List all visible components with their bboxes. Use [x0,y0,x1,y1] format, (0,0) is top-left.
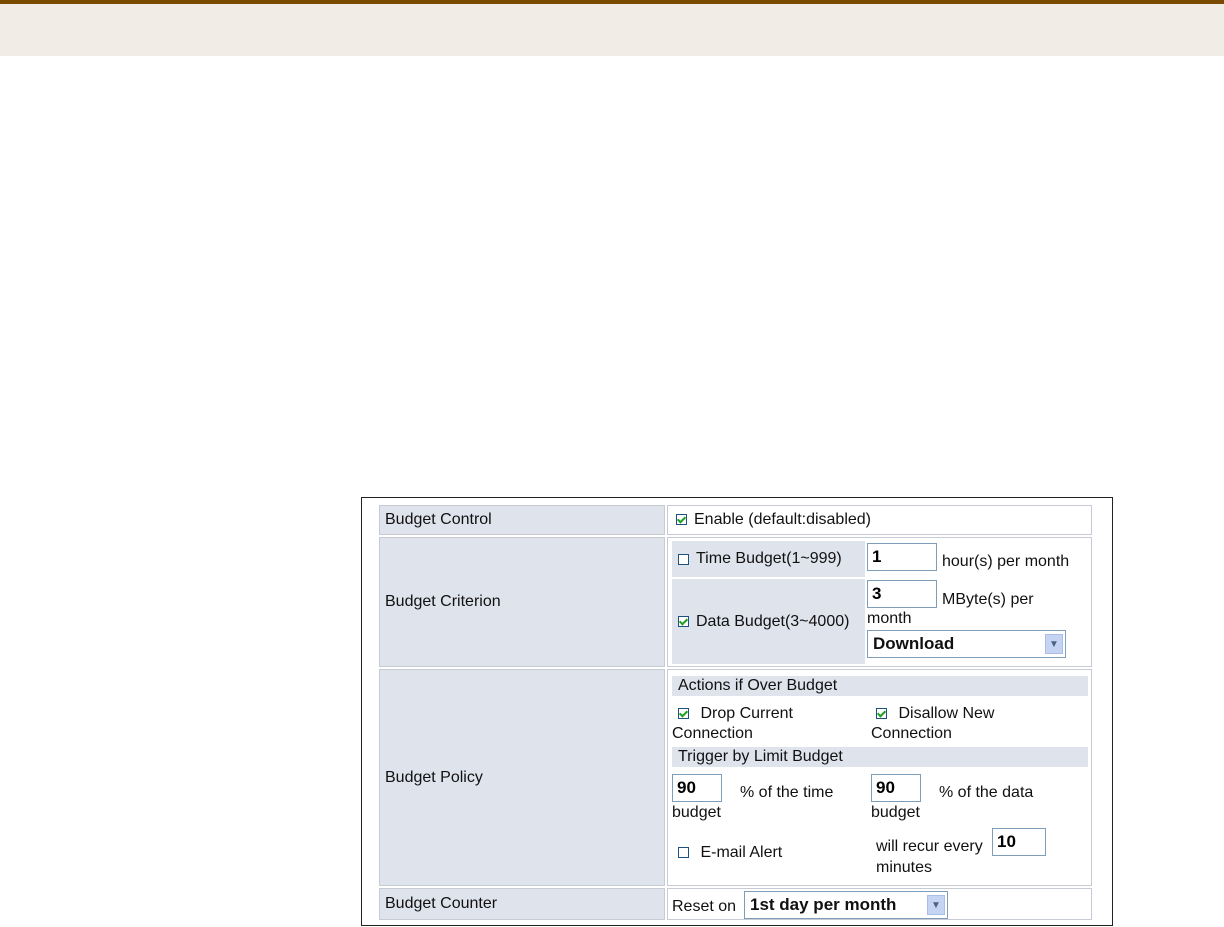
recur-interval-input[interactable] [992,828,1046,856]
data-budget-unit-line2: month [867,610,912,627]
data-budget-checkbox[interactable] [678,616,689,627]
budget-control-value: Enable (default:disabled) [667,505,1092,535]
time-budget-checkbox[interactable] [678,553,689,565]
reset-on-label: Reset on [672,898,737,915]
chevron-down-icon[interactable]: ▼ [1045,634,1063,654]
data-budget-unit-line1: MByte(s) per [942,591,1034,608]
data-percent-input[interactable] [871,774,921,802]
recur-label-line1: will recur every [876,838,983,855]
drop-connection-option[interactable]: Drop Current [678,704,793,724]
email-alert-option[interactable]: E-mail Alert [678,843,782,863]
disallow-connection-line2: Connection [871,725,952,742]
traffic-direction-select[interactable]: Download ▼ [867,630,1066,658]
time-percent-line1: % of the time [740,784,834,801]
time-budget-unit: hour(s) per month [942,553,1070,570]
data-budget-input[interactable] [867,580,937,608]
enable-checkbox[interactable] [676,514,687,526]
time-budget-option[interactable]: Time Budget(1~999) [672,541,865,577]
data-percent-line1: % of the data [939,784,1034,801]
disallow-connection-checkbox[interactable] [876,708,887,720]
budget-policy-value: Actions if Over Budget Drop Current Conn… [667,669,1092,886]
disallow-connection-option[interactable]: Disallow New [876,704,994,724]
actions-header: Actions if Over Budget [672,676,1088,696]
enable-budget-control[interactable]: Enable (default:disabled) [676,510,871,530]
data-budget-option[interactable]: Data Budget(3~4000) [672,579,865,664]
header-bar [0,0,1224,56]
budget-settings-panel: Budget Control Enable (default:disabled)… [361,497,1113,926]
drop-connection-line2: Connection [672,725,753,742]
time-percent-line2: budget [672,804,721,821]
email-alert-checkbox[interactable] [678,847,689,859]
budget-criterion-value: Time Budget(1~999) hour(s) per month Dat… [667,537,1092,667]
chevron-down-icon[interactable]: ▼ [927,895,945,915]
budget-policy-label: Budget Policy [379,669,665,886]
time-percent-input[interactable] [672,774,722,802]
data-percent-line2: budget [871,804,920,821]
recur-label-line2: minutes [876,859,933,876]
reset-day-select[interactable]: 1st day per month ▼ [744,891,948,919]
trigger-header: Trigger by Limit Budget [672,747,1088,767]
budget-counter-label: Budget Counter [379,888,665,920]
budget-control-label: Budget Control [379,505,665,535]
budget-criterion-label: Budget Criterion [379,537,665,667]
budget-counter-value: Reset on 1st day per month ▼ [667,888,1092,920]
drop-connection-checkbox[interactable] [678,708,689,720]
time-budget-input[interactable] [867,543,937,571]
